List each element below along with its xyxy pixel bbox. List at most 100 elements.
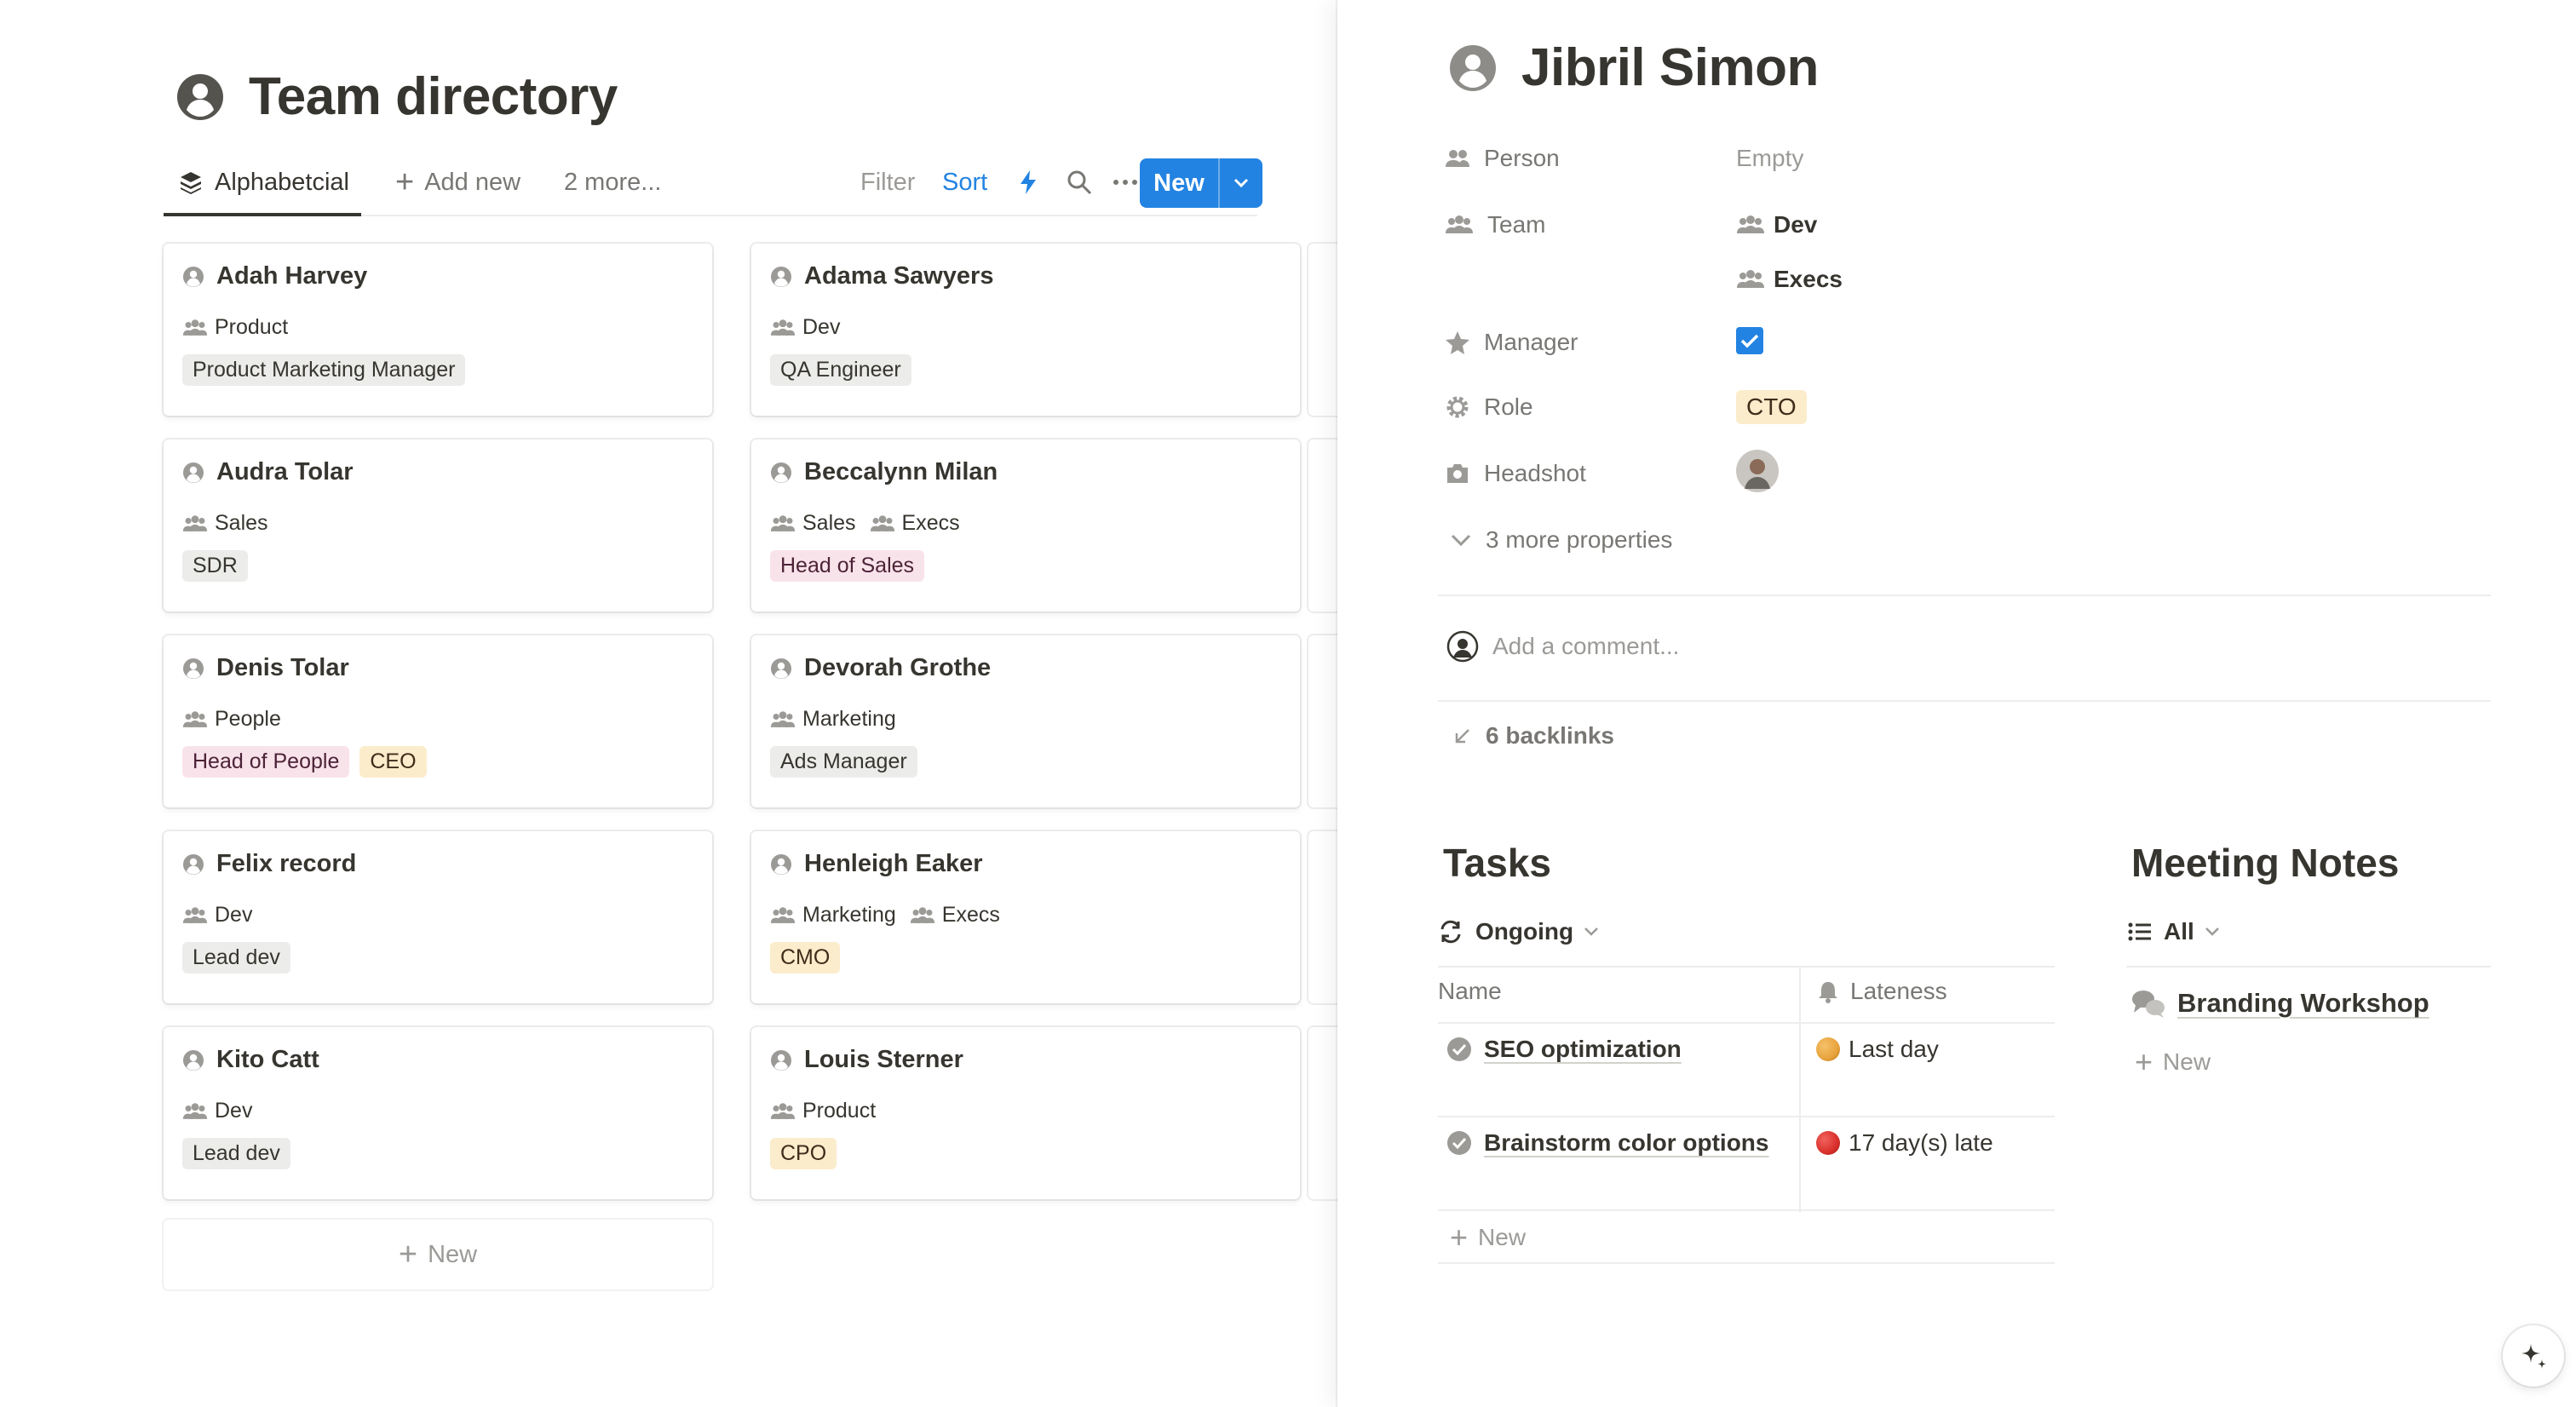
card-teams: Sales Execs [770, 511, 974, 536]
sort-button[interactable]: Sort [942, 152, 987, 213]
new-entry-button[interactable]: New [1140, 158, 1262, 208]
check-icon [1736, 327, 1763, 354]
partial-card[interactable] [1308, 831, 1337, 1003]
tab-all[interactable]: All [2128, 918, 2232, 945]
bell-icon [1819, 982, 1837, 1003]
prop-role[interactable]: Role [1445, 393, 1533, 421]
team-icon [910, 906, 934, 923]
team-chip: People [182, 707, 281, 732]
backlinks-toggle[interactable]: 6 backlinks [1453, 722, 1614, 749]
tab-ongoing[interactable]: Ongoing [1438, 918, 1611, 945]
plus-icon: + [2135, 1044, 2153, 1079]
manager-checkbox[interactable] [1736, 327, 1763, 354]
role-value[interactable]: CTO [1736, 390, 1817, 424]
prop-label: Manager [1484, 329, 1578, 355]
task-name[interactable]: Brainstorm color options [1484, 1129, 1768, 1157]
ai-assistant-button[interactable] [2503, 1325, 2564, 1387]
role-tag: Head of Sales [770, 550, 925, 582]
card-teams: Marketing Execs [770, 903, 1014, 927]
team-name: Execs [1774, 266, 1843, 292]
card-tags: Product Marketing Manager [182, 354, 475, 386]
partial-card[interactable] [1308, 439, 1337, 612]
new-card-button[interactable]: + New [164, 1220, 712, 1289]
new-task-button[interactable]: + New [1450, 1220, 1526, 1255]
more-options-button[interactable] [1113, 152, 1138, 213]
divider [1438, 700, 2491, 702]
person-card[interactable]: Denis Tolar People Head of People CEO [164, 635, 712, 807]
people-icon [1446, 150, 1469, 167]
person-card[interactable]: Adah Harvey Product Product Marketing Mana… [164, 244, 712, 416]
chevron-down-icon[interactable] [1220, 177, 1262, 189]
team-value-execs[interactable]: Execs [1736, 266, 1843, 293]
person-card[interactable]: Henleigh Eaker Marketing Execs CMO [751, 831, 1300, 1003]
lateness-cell: 17 day(s) late [1816, 1129, 1993, 1157]
prop-headshot[interactable]: Headshot [1445, 460, 1586, 487]
new-meeting-label: New [2163, 1048, 2211, 1075]
partial-card[interactable] [1308, 635, 1337, 807]
card-title: Louis Sterner [770, 1046, 963, 1074]
person-card[interactable]: Beccalynn Milan Sales Execs Head of Sales [751, 439, 1300, 612]
team-name: Product [215, 315, 289, 339]
card-teams: Dev [182, 1099, 266, 1123]
person-card[interactable]: Kito Catt Dev Lead dev [164, 1027, 712, 1199]
new-meeting-button[interactable]: + New [2135, 1044, 2211, 1080]
person-card[interactable]: Adama Sawyers Dev QA Engineer [751, 244, 1300, 416]
search-button[interactable] [1067, 152, 1092, 213]
table-row[interactable]: SEO optimization [1446, 1036, 1682, 1063]
role-tag: Ads Manager [770, 746, 917, 778]
team-name: People [215, 707, 281, 731]
prop-team[interactable]: Team [1445, 211, 1545, 238]
team-name: Execs [901, 511, 960, 535]
tasks-title: Tasks [1443, 841, 1552, 885]
plus-icon: + [1450, 1220, 1469, 1255]
lateness-cell: Last day [1816, 1036, 1939, 1063]
chevron-down-icon [2205, 927, 2219, 936]
card-title: Kito Catt [182, 1046, 319, 1074]
prop-person-value[interactable]: Empty [1736, 145, 1803, 172]
role-tag: CEO [359, 746, 427, 778]
person-icon [771, 266, 791, 287]
partial-card[interactable] [1308, 244, 1337, 416]
more-views-button[interactable]: 2 more... [564, 152, 661, 213]
role-tag: CMO [770, 942, 841, 973]
check-circle-icon [1447, 1037, 1471, 1061]
person-card[interactable]: Audra Tolar Sales SDR [164, 439, 712, 612]
person-card[interactable]: Devorah Grothe Marketing Ads Manager [751, 635, 1300, 807]
new-task-label: New [1478, 1224, 1527, 1250]
team-name: Dev [215, 903, 253, 927]
task-name[interactable]: SEO optimization [1484, 1036, 1682, 1063]
team-icon [1446, 215, 1473, 233]
person-icon [771, 462, 791, 483]
column-header-lateness[interactable]: Lateness [1816, 978, 1947, 1005]
view-toolbar: Alphabetcial + Add new 2 more... Filter … [164, 152, 1262, 216]
list-icon [2128, 922, 2151, 941]
card-tags: Lead dev [182, 942, 301, 973]
headshot-thumbnail[interactable] [1736, 450, 1779, 492]
team-name: Marketing [802, 903, 896, 927]
team-value-dev[interactable]: Dev [1736, 211, 1817, 238]
team-icon [770, 710, 796, 727]
add-view-button[interactable]: + Add new [395, 152, 520, 213]
meeting-notes-title: Meeting Notes [2131, 841, 2400, 885]
table-row[interactable]: Brainstorm color options [1446, 1129, 1768, 1157]
comment-input[interactable]: Add a comment... [1446, 630, 1679, 663]
card-teams: Dev [182, 903, 266, 927]
column-header-name[interactable]: Name [1438, 978, 1502, 1005]
person-icon [183, 658, 204, 679]
team-icon [870, 514, 894, 531]
automation-button[interactable] [1019, 152, 1038, 213]
meeting-item[interactable]: Branding Workshop [2131, 988, 2429, 1019]
person-card[interactable]: Louis Sterner Product CPO [751, 1027, 1300, 1199]
prop-person[interactable]: Person [1445, 145, 1560, 172]
more-properties-toggle[interactable]: 3 more properties [1450, 526, 1672, 554]
tab-alphabetical[interactable]: Alphabetcial [164, 152, 361, 216]
partial-card[interactable] [1308, 1027, 1337, 1199]
user-avatar-icon [1446, 630, 1479, 663]
person-card[interactable]: Felix record Dev Lead dev [164, 831, 712, 1003]
filter-button[interactable]: Filter [860, 152, 915, 213]
card-title: Felix record [182, 850, 356, 878]
person-name: Henleigh Eaker [804, 850, 983, 877]
prop-manager[interactable]: Manager [1445, 329, 1578, 356]
sparkle-icon [2521, 1344, 2546, 1369]
card-tags: Head of Sales [770, 550, 934, 582]
